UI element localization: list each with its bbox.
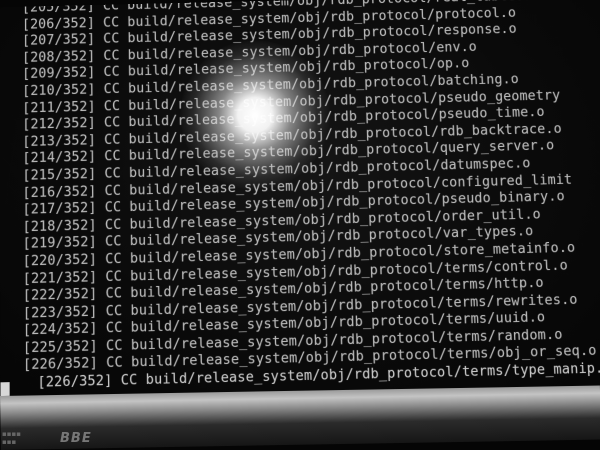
bezel-label-icon: ▪▪▪▪ ▪▪▪: [2, 430, 21, 446]
monitor-screen: [205/352] CC build/release_system/obj/rd…: [0, 0, 600, 420]
brand-logo: BBE: [60, 431, 92, 446]
terminal-cursor: [0, 382, 10, 397]
terminal-output: [205/352] CC build/release_system/obj/rd…: [22, 0, 600, 393]
